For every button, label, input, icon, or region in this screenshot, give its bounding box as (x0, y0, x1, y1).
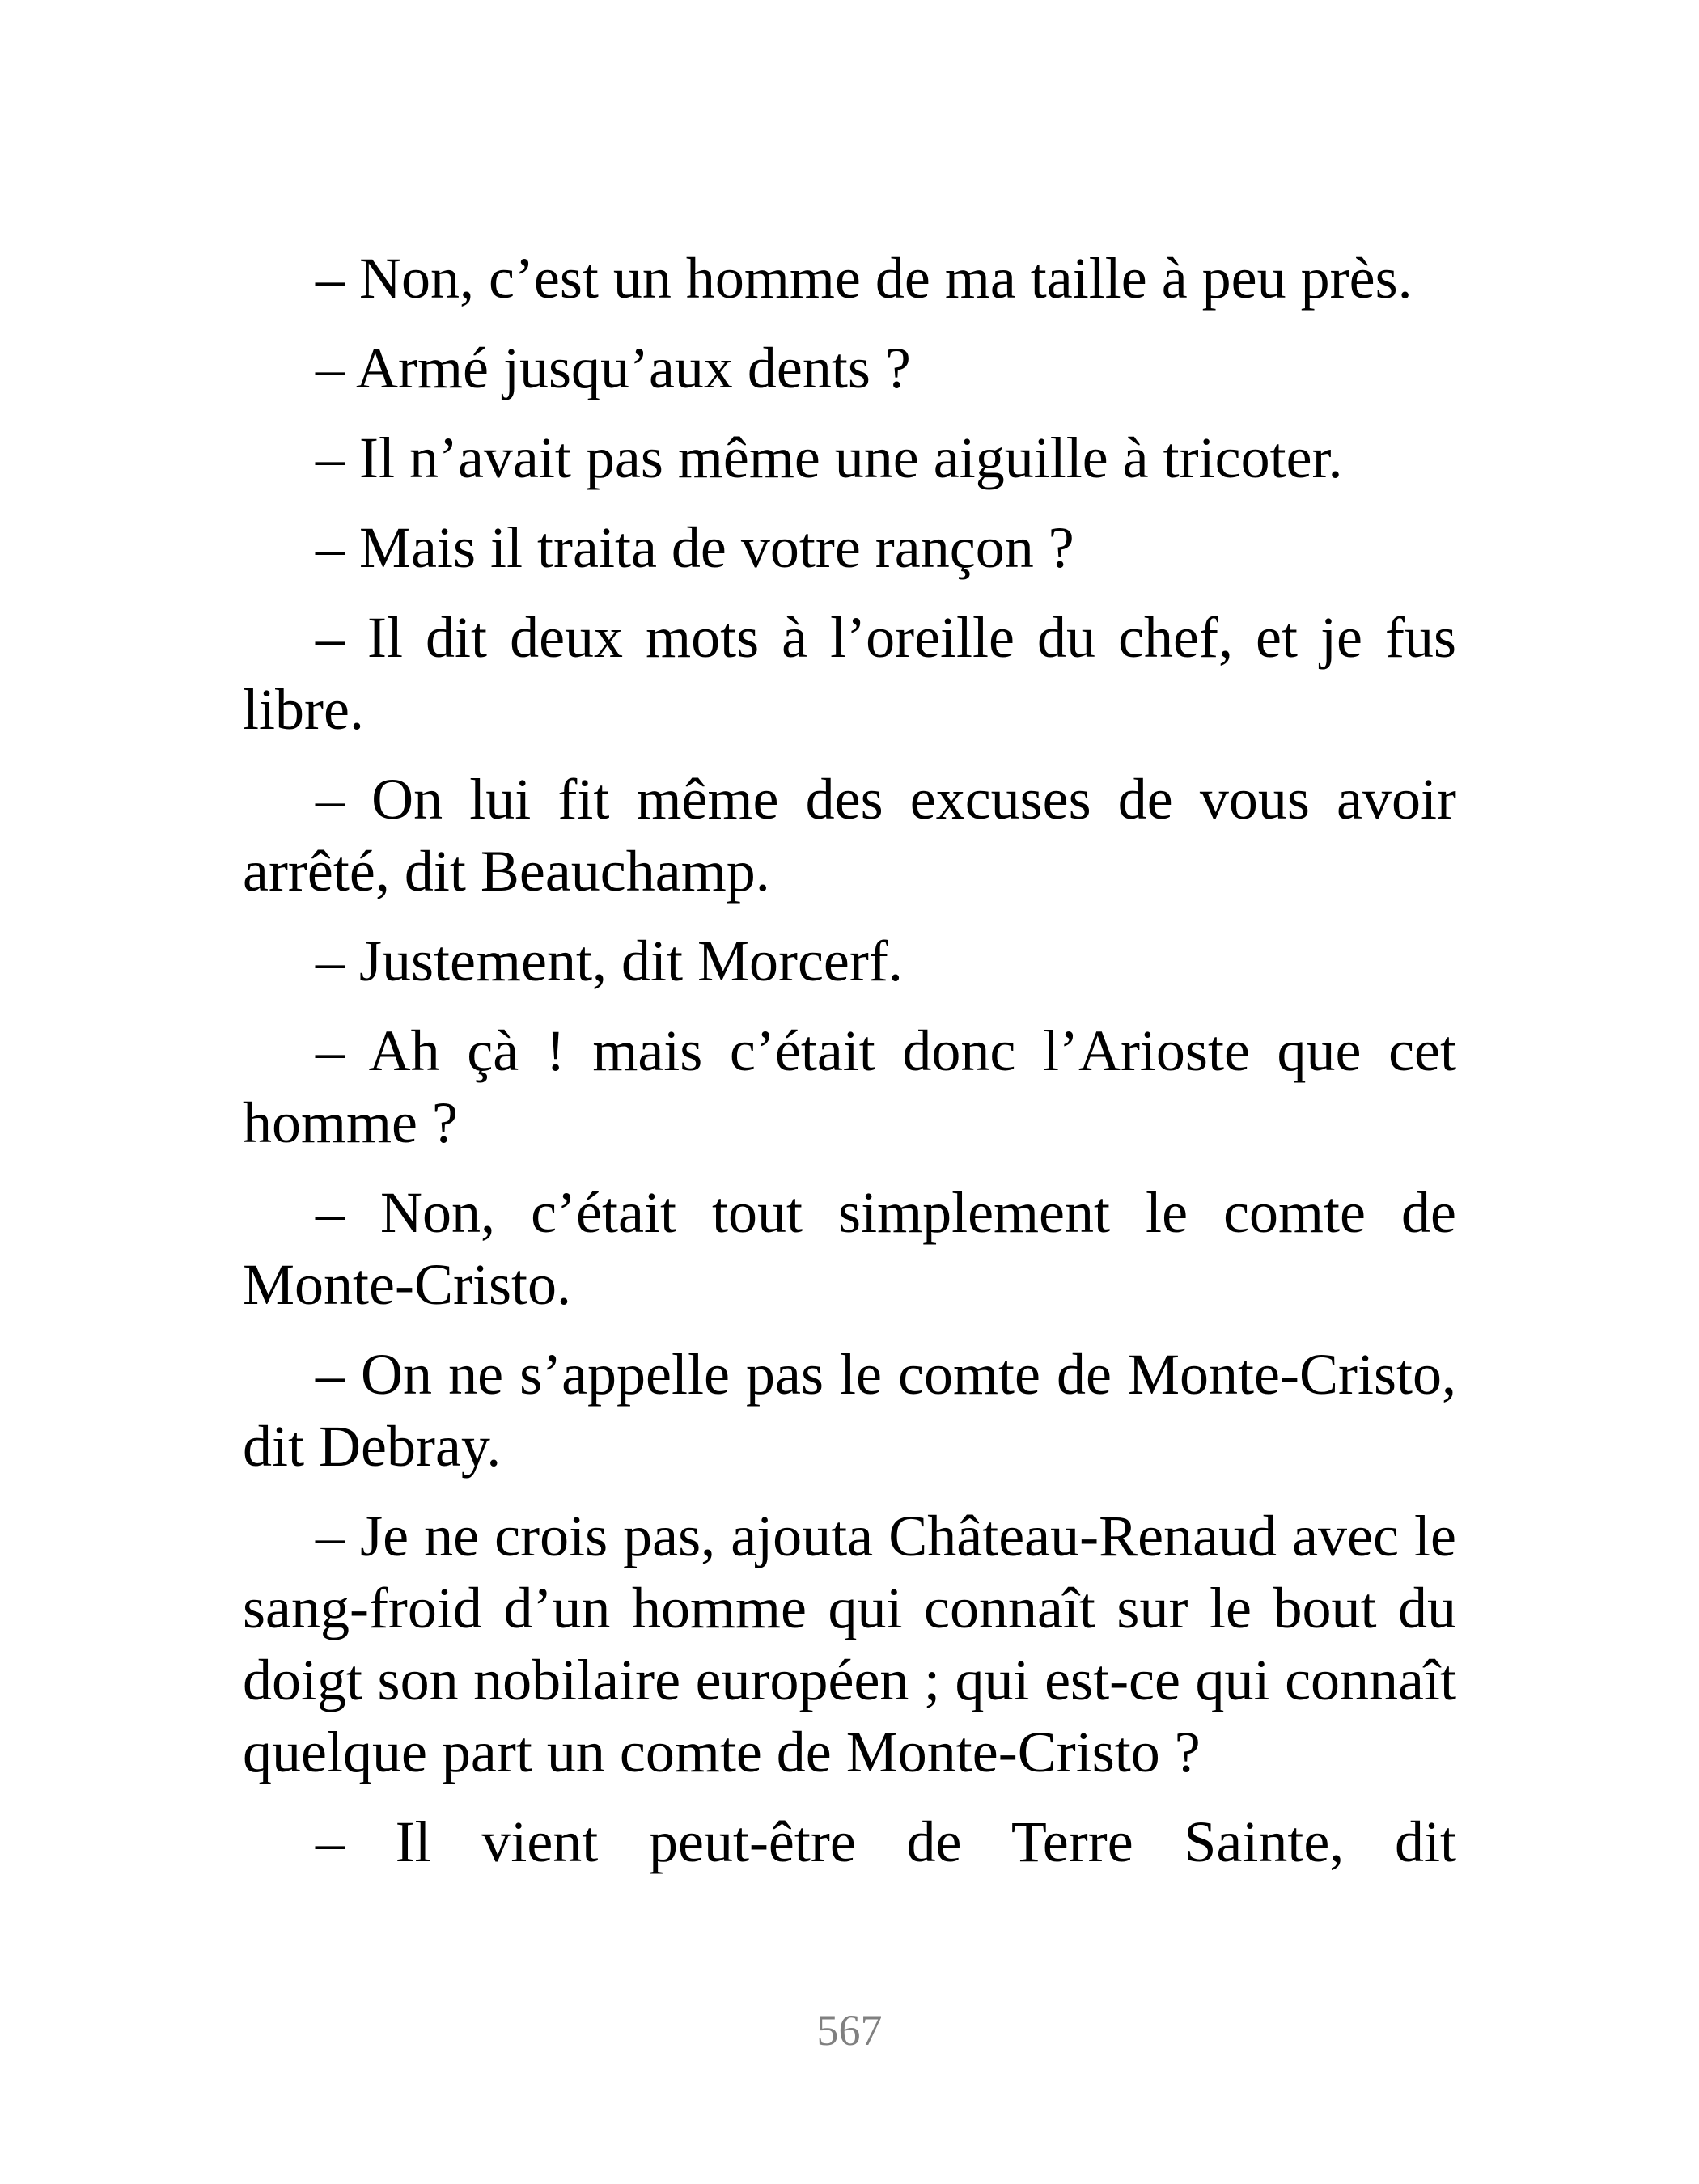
paragraph: – Il n’avait pas même une aiguille à tri… (316, 425, 1343, 490)
paragraph: – Justement, dit Morcerf. (316, 929, 903, 993)
paragraph: – Je ne crois pas, ajouta Château-Renaud… (243, 1504, 1456, 1784)
paragraph: – Non, c’est un homme de ma taille à peu… (316, 246, 1413, 311)
paragraph: – Il dit deux mots à l’oreille du chef, … (243, 605, 1456, 742)
paragraph-continued: – Il vient peut-être de Terre Sainte, di… (316, 1809, 1456, 1874)
page-number: 567 (816, 2006, 883, 2055)
paragraph: – On lui fit même des excuses de vous av… (243, 767, 1456, 904)
paragraph: – Non, c’était tout simplement le comte … (243, 1180, 1456, 1317)
paragraph: – Armé jusqu’aux dents ? (316, 336, 911, 400)
paragraph: – Ah çà ! mais c’était donc l’Arioste qu… (243, 1018, 1456, 1155)
body-text: – Non, c’est un homme de ma taille à peu… (243, 243, 1456, 1896)
paragraph: – Mais il traita de votre rançon ? (316, 515, 1074, 580)
book-page: – Non, c’est un homme de ma taille à peu… (0, 0, 1699, 2184)
paragraph: – On ne s’appelle pas le comte de Monte-… (243, 1342, 1456, 1479)
